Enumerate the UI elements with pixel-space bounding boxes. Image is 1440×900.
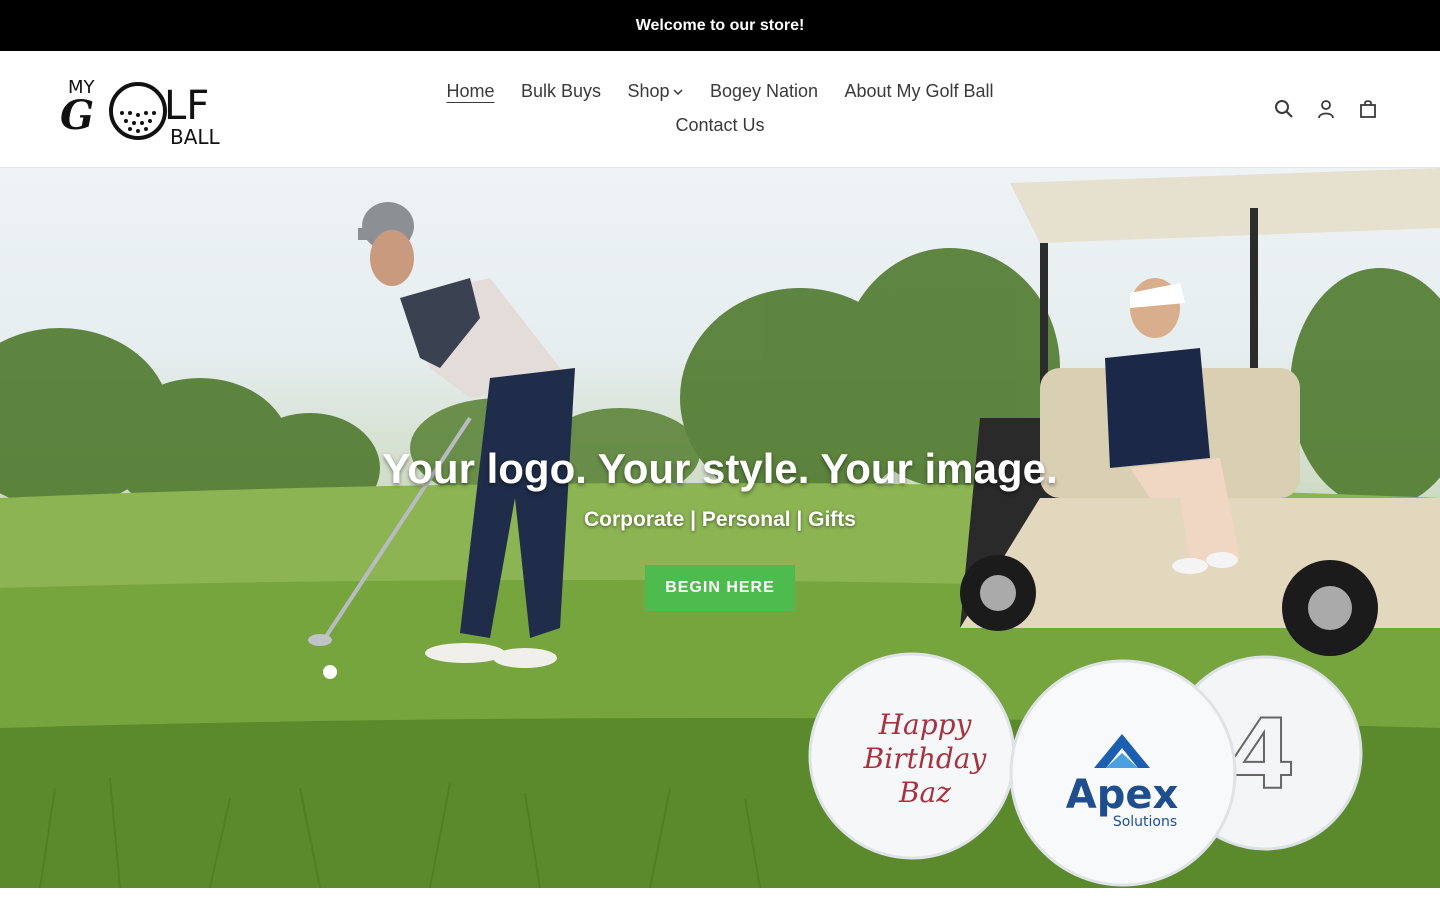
site-logo[interactable]: MY G LF BALL (60, 71, 245, 151)
site-header: MY G LF BALL Home Bulk Buys Shop Bogey N… (0, 51, 1440, 168)
account-icon (1318, 100, 1334, 119)
golf-ball-logo-icon: MY G LF BALL (60, 77, 221, 149)
nav-item-contact[interactable]: Contact Us (675, 115, 764, 135)
logo-line3: BALL (170, 125, 221, 149)
search-button[interactable] (1272, 97, 1296, 121)
cart-icon (1360, 100, 1376, 118)
ball1-line3: Baz (898, 776, 951, 809)
account-button[interactable] (1314, 97, 1338, 121)
nav-item-home[interactable]: Home (446, 81, 494, 101)
ball3-number: 4 (1229, 699, 1296, 811)
search-icon (1275, 100, 1293, 118)
ball2-sub: Solutions (1113, 814, 1177, 830)
ball1-line1: Happy (878, 708, 973, 741)
hero-subtitle: Corporate | Personal | Gifts (584, 508, 856, 531)
nav-item-bulk-buys[interactable]: Bulk Buys (521, 81, 601, 101)
ball2-brand: Apex (1066, 772, 1179, 818)
golf-ball-happy-birthday: Happy Birthday Baz (808, 652, 1016, 860)
begin-here-button[interactable]: BEGIN HERE (645, 565, 795, 611)
golf-ball-apex: Apex Solutions (1009, 659, 1237, 887)
header-icons (1272, 97, 1380, 121)
chevron-down-icon (673, 89, 684, 96)
announcement-bar: Welcome to our store! (0, 0, 1440, 51)
hero-banner: Happy Birthday Baz 4 Apex Solutions Your… (0, 168, 1440, 888)
logo-g: G (60, 92, 94, 139)
main-nav: Home Bulk Buys Shop Bogey Nation About M… (400, 75, 1040, 143)
cart-button[interactable] (1356, 97, 1380, 121)
announcement-text: Welcome to our store! (635, 16, 805, 34)
hero-title: Your logo. Your style. Your image. (382, 445, 1058, 492)
nav-item-shop[interactable]: Shop (627, 81, 684, 101)
nav-item-about[interactable]: About My Golf Ball (844, 81, 993, 101)
nav-item-shop-label: Shop (627, 81, 670, 101)
nav-item-bogey-nation[interactable]: Bogey Nation (710, 81, 818, 101)
ball1-line2: Birthday (863, 742, 988, 775)
logo-lf: LF (164, 83, 209, 129)
